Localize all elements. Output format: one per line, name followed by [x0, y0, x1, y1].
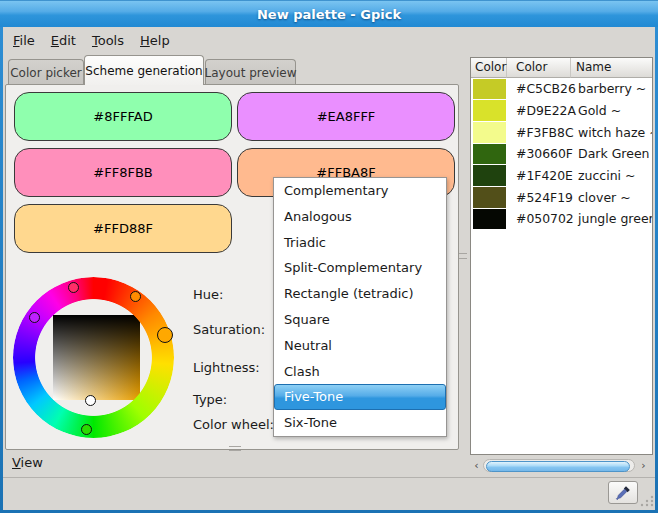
scrollbar-track[interactable]: [483, 459, 635, 472]
eyedropper-icon: [615, 485, 631, 501]
tab-layout-preview-label: Layout preview: [205, 66, 297, 80]
titlebar[interactable]: New palette - Gpick: [0, 0, 658, 27]
tab-color-picker[interactable]: Color picker: [8, 59, 84, 85]
pick-color-button[interactable]: [608, 481, 638, 504]
palette-row-name: witch haze ~: [576, 125, 652, 140]
swatch-hex-label: #8FFFAD: [93, 109, 152, 124]
palette-row-hex: #050702: [506, 211, 576, 226]
palette-table-header: Color Color Name: [471, 58, 652, 78]
palette-row-hex: #C5CB26: [506, 81, 576, 96]
tab-layout-preview[interactable]: Layout preview: [205, 59, 296, 85]
gpick-window: New palette - Gpick File Edit Tools Help…: [0, 0, 658, 513]
palette-row-swatch: [473, 79, 506, 100]
palette-row[interactable]: #30660F Dark Green ~: [471, 143, 652, 165]
dropdown-option-complementary[interactable]: Complementary: [274, 178, 446, 204]
palette-row-hex: #524F19: [506, 190, 576, 205]
tab-scheme-generation-label: Scheme generation: [85, 64, 202, 78]
swatch-hex-label: #FF8FBB: [93, 165, 152, 180]
scroll-right-arrow-icon[interactable]: ›: [637, 458, 650, 473]
hue-handle-primary[interactable]: [157, 327, 173, 343]
scheme-swatch-1[interactable]: #8FFFAD: [14, 92, 232, 141]
palette-table: Color Color Name #C5CB26 barberry ~ #D9E…: [470, 57, 653, 455]
column-header-color-swatch[interactable]: Color: [471, 58, 507, 78]
dropdown-option-clash[interactable]: Clash: [274, 359, 446, 385]
menu-edit[interactable]: Edit: [43, 29, 84, 52]
palette-row[interactable]: #F3FB8C witch haze ~: [471, 121, 652, 143]
scheme-swatch-3[interactable]: #FF8FBB: [14, 148, 232, 197]
palette-row-hex: #F3FB8C: [506, 125, 576, 140]
scroll-left-arrow-icon[interactable]: ‹: [470, 458, 483, 473]
hue-handle-purple[interactable]: [29, 312, 40, 323]
dropdown-option-neutral[interactable]: Neutral: [274, 333, 446, 359]
dropdown-option-five-tone[interactable]: Five-Tone: [274, 384, 446, 410]
palette-row-swatch: [473, 122, 506, 143]
dropdown-option-square[interactable]: Square: [274, 307, 446, 333]
menu-help[interactable]: Help: [132, 29, 178, 52]
lightness-label: Lightness:: [193, 360, 260, 376]
menubar: File Edit Tools Help: [3, 27, 655, 54]
dropdown-option-split-complementary[interactable]: Split-Complementary: [274, 255, 446, 281]
palette-row[interactable]: #D9E22A Gold ~: [471, 100, 652, 122]
scheme-swatch-5[interactable]: #FFD88F: [14, 204, 232, 253]
palette-row-swatch: [473, 209, 506, 230]
palette-row-swatch: [473, 100, 506, 121]
palette-row-hex: #1F420E: [506, 168, 576, 183]
type-label: Type:: [193, 392, 227, 408]
palette-row-name: jungle green ~: [576, 211, 652, 226]
palette-row-name: Dark Green ~: [576, 146, 652, 161]
palette-row-name: barberry ~: [576, 81, 652, 96]
splitter-grip[interactable]: [459, 253, 467, 259]
dropdown-option-rectangle[interactable]: Rectangle (tetradic): [274, 281, 446, 307]
palette-row-name: clover ~: [576, 190, 652, 205]
menu-file[interactable]: File: [5, 29, 43, 52]
palette-row-name: zuccini ~: [576, 168, 652, 183]
color-wheel[interactable]: [13, 277, 174, 438]
tab-scheme-generation[interactable]: Scheme generation: [84, 55, 204, 85]
swatch-hex-label: #FFD88F: [93, 221, 153, 236]
view-expander-label: View: [12, 455, 43, 470]
palette-row[interactable]: #524F19 clover ~: [471, 186, 652, 208]
palette-row[interactable]: #1F420E zuccini ~: [471, 165, 652, 187]
palette-horizontal-scrollbar[interactable]: ‹ ›: [470, 458, 653, 473]
swatch-hex-label: #EA8FFF: [317, 109, 376, 124]
hue-handle-orange[interactable]: [130, 291, 141, 302]
hue-handle-green[interactable]: [81, 424, 92, 435]
tab-color-picker-label: Color picker: [10, 66, 82, 80]
view-expander[interactable]: View: [3, 450, 459, 477]
dropdown-option-six-tone[interactable]: Six-Tone: [274, 410, 446, 436]
palette-row-swatch: [473, 165, 506, 186]
hue-handle-pink[interactable]: [68, 282, 79, 293]
saturation-label: Saturation:: [193, 322, 265, 338]
palette-row[interactable]: #050702 jungle green ~: [471, 208, 652, 230]
scheme-swatch-2[interactable]: #EA8FFF: [237, 92, 455, 141]
window-resize-grip[interactable]: [640, 495, 654, 508]
palette-row-hex: #30660F: [506, 146, 576, 161]
column-header-color-hex[interactable]: Color: [507, 58, 571, 78]
dropdown-option-triadic[interactable]: Triadic: [274, 230, 446, 256]
scrollbar-thumb[interactable]: [486, 461, 630, 472]
window-title: New palette - Gpick: [257, 7, 401, 22]
menu-tools[interactable]: Tools: [84, 29, 132, 52]
hue-label: Hue:: [193, 287, 223, 303]
palette-row-hex: #D9E22A: [506, 103, 576, 118]
palette-row-swatch: [473, 187, 506, 208]
palette-row-name: Gold ~: [576, 103, 652, 118]
dropdown-option-analogous[interactable]: Analogous: [274, 204, 446, 230]
column-header-name[interactable]: Name: [571, 58, 652, 78]
scheme-type-dropdown-menu: Complementary Analogous Triadic Split-Co…: [273, 177, 447, 437]
palette-row-swatch: [473, 144, 506, 165]
statusbar: [3, 478, 655, 510]
sv-handle[interactable]: [85, 395, 96, 406]
palette-row[interactable]: #C5CB26 barberry ~: [471, 78, 652, 100]
color-wheel-label: Color wheel:: [193, 417, 274, 433]
